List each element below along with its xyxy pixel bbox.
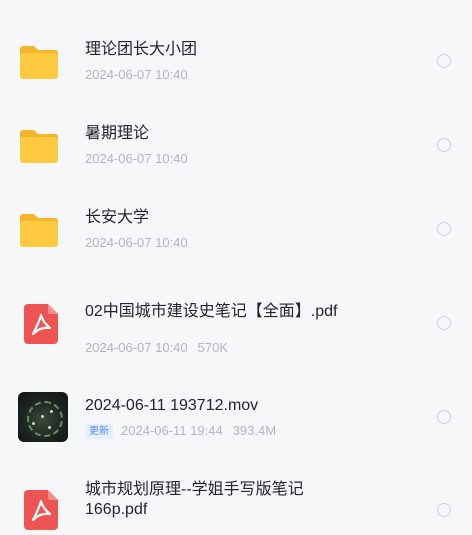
item-meta: 2024-06-07 10:40 570K [85,340,228,356]
video-thumbnail [18,392,68,442]
list-item[interactable]: 理论团长大小团 2024-06-07 10:40 [0,30,472,100]
select-radio[interactable] [437,410,451,424]
item-title: 02中国城市建设史笔记【全面】.pdf [85,303,338,320]
select-radio[interactable] [437,54,451,68]
file-list: 理论团长大小团 2024-06-07 10:40 暑期理论 2024-06-07… [0,0,472,530]
item-date: 2024-06-07 10:40 [85,151,188,166]
item-meta: 2024-06-07 10:40 [85,67,188,83]
pdf-icon [24,490,60,535]
list-item[interactable]: 城市规划原理--学姐手写版笔记 166p.pdf [0,470,472,530]
list-item[interactable]: 2024-06-11 193712.mov 更新 2024-06-11 19:44… [0,386,472,450]
item-date: 2024-06-07 10:40 [85,235,188,250]
pdf-icon [24,304,60,349]
item-meta: 更新 2024-06-11 19:44 393.4M [85,423,276,439]
folder-icon [18,43,60,86]
list-item[interactable]: 02中国城市建设史笔记【全面】.pdf 2024-06-07 10:40 570K [0,290,472,362]
list-item[interactable]: 暑期理论 2024-06-07 10:40 [0,114,472,184]
select-radio[interactable] [437,316,451,330]
item-title: 2024-06-11 193712.mov [85,397,259,414]
select-radio[interactable] [437,138,451,152]
item-date: 2024-06-07 10:40 [85,340,188,355]
item-title-line2: 166p.pdf [85,501,148,518]
list-item[interactable]: 长安大学 2024-06-07 10:40 [0,198,472,268]
item-size: 570K [197,340,229,355]
item-title: 理论团长大小团 [85,41,198,58]
item-meta: 2024-06-07 10:40 [85,235,188,251]
item-title: 长安大学 [85,209,150,226]
updated-badge: 更新 [85,424,113,439]
item-title: 暑期理论 [85,125,150,142]
select-radio[interactable] [437,222,451,236]
item-meta: 2024-06-07 10:40 [85,151,188,167]
item-date: 2024-06-07 10:40 [85,67,188,82]
item-title: 城市规划原理--学姐手写版笔记 [85,481,304,498]
item-size: 393.4M [232,423,277,438]
folder-icon [18,127,60,170]
select-radio[interactable] [437,503,451,517]
item-date: 2024-06-11 19:44 [121,423,223,438]
folder-icon [18,211,60,254]
